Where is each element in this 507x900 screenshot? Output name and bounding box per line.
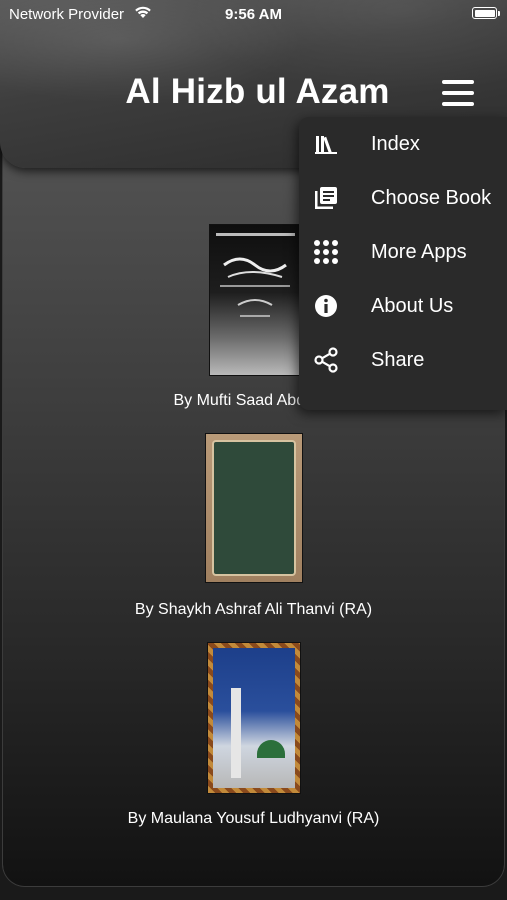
book-author[interactable]: By Shaykh Ashraf Ali Thanvi (RA)	[0, 601, 507, 619]
book-cover[interactable]	[205, 433, 303, 583]
dropdown-menu: Index Choose Book More Apps About Us Sha…	[299, 117, 507, 410]
status-bar: Network Provider 9:56 AM	[0, 0, 507, 28]
menu-label: About Us	[371, 295, 454, 317]
menu-item-index[interactable]: Index	[299, 117, 507, 171]
book-cover-art	[216, 233, 295, 317]
battery-level	[474, 9, 495, 17]
book-cover[interactable]	[207, 642, 301, 794]
book-cover[interactable]	[209, 224, 300, 376]
menu-label: Index	[371, 133, 420, 155]
share-icon	[314, 347, 338, 373]
menu-label: More Apps	[371, 241, 467, 263]
menu-item-choose-book[interactable]: Choose Book	[299, 171, 507, 225]
menu-item-more-apps[interactable]: More Apps	[299, 225, 507, 279]
info-icon	[315, 295, 337, 317]
menu-label: Share	[371, 349, 425, 371]
book-cover-art	[212, 440, 296, 576]
status-time: 9:56 AM	[225, 6, 282, 23]
library-icon	[315, 136, 337, 154]
menu-label: Choose Book	[371, 187, 492, 209]
book-author[interactable]: By Maulana Yousuf Ludhyanvi (RA)	[0, 810, 507, 828]
menu-item-share[interactable]: Share	[299, 333, 507, 387]
menu-icon[interactable]	[440, 80, 476, 106]
page-title: Al Hizb ul Azam	[125, 72, 390, 111]
book-cover-art	[213, 648, 295, 788]
book-list-icon	[315, 187, 337, 209]
menu-item-about-us[interactable]: About Us	[299, 279, 507, 333]
battery-icon	[472, 7, 500, 19]
apps-grid-icon	[314, 240, 338, 264]
